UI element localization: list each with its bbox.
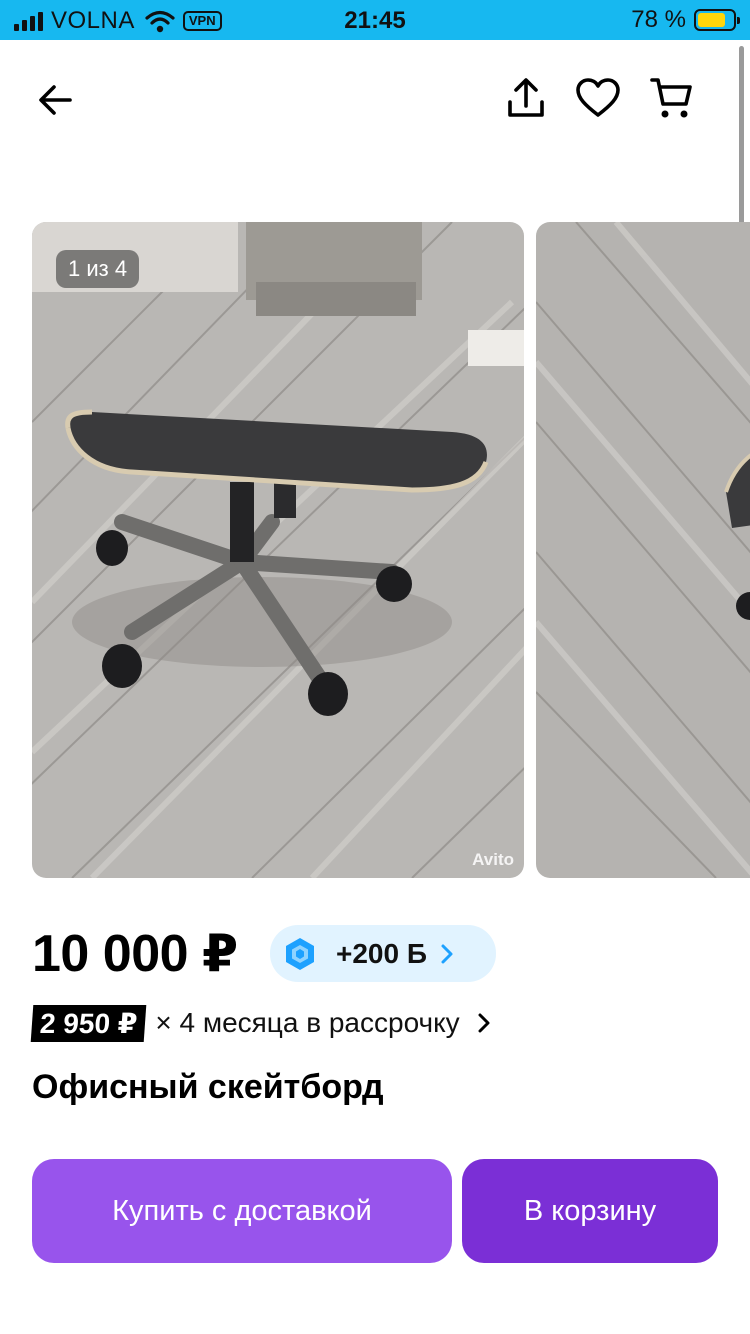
- share-icon: [508, 78, 544, 117]
- favorite-button[interactable]: [570, 70, 626, 126]
- installment-text: × 4 месяца в рассрочку: [155, 1007, 460, 1038]
- chevron-right-icon: [441, 944, 453, 963]
- photo-gallery[interactable]: 1 из 4 Avito: [0, 222, 750, 880]
- price: 10 000 ₽: [32, 925, 238, 983]
- bonus-amount: +200 Б: [336, 937, 427, 969]
- installment-amount: 2 950 ₽: [30, 1004, 147, 1042]
- back-button[interactable]: [28, 72, 84, 128]
- cart-button[interactable]: [644, 70, 700, 126]
- arrow-left-icon: [39, 85, 72, 115]
- buy-with-delivery-button[interactable]: Купить с доставкой: [32, 1159, 452, 1263]
- share-button[interactable]: [500, 70, 552, 126]
- installment-row[interactable]: 2 950 ₽ × 4 месяца в рассрочку: [30, 1003, 492, 1043]
- battery-level: [698, 13, 725, 27]
- battery-percent: 78 %: [631, 6, 686, 33]
- photo-next-preview[interactable]: [536, 222, 750, 878]
- chevron-right-icon: [478, 1013, 490, 1033]
- status-bar: VOLNA VPN 21:45 78 %: [0, 0, 750, 40]
- add-to-cart-button[interactable]: В корзину: [462, 1159, 718, 1263]
- hexagon-bonus-icon: [286, 937, 314, 970]
- floor-photo: [536, 222, 750, 878]
- battery-icon: [694, 9, 740, 31]
- status-bar-right: 78 %: [631, 6, 740, 33]
- battery-tip: [737, 17, 740, 24]
- cart-icon: [650, 78, 692, 118]
- scrollbar[interactable]: [739, 46, 744, 246]
- bonus-badge[interactable]: +200 Б: [270, 925, 496, 982]
- heart-icon: [576, 78, 620, 117]
- top-nav: [0, 40, 750, 150]
- skateboard-chair-photo: [32, 222, 524, 878]
- item-title: Офисный скейтборд: [32, 1068, 384, 1106]
- photo-counter: 1 из 4: [56, 250, 140, 288]
- avito-watermark: Avito: [472, 850, 514, 869]
- photo-main[interactable]: 1 из 4 Avito: [32, 222, 524, 878]
